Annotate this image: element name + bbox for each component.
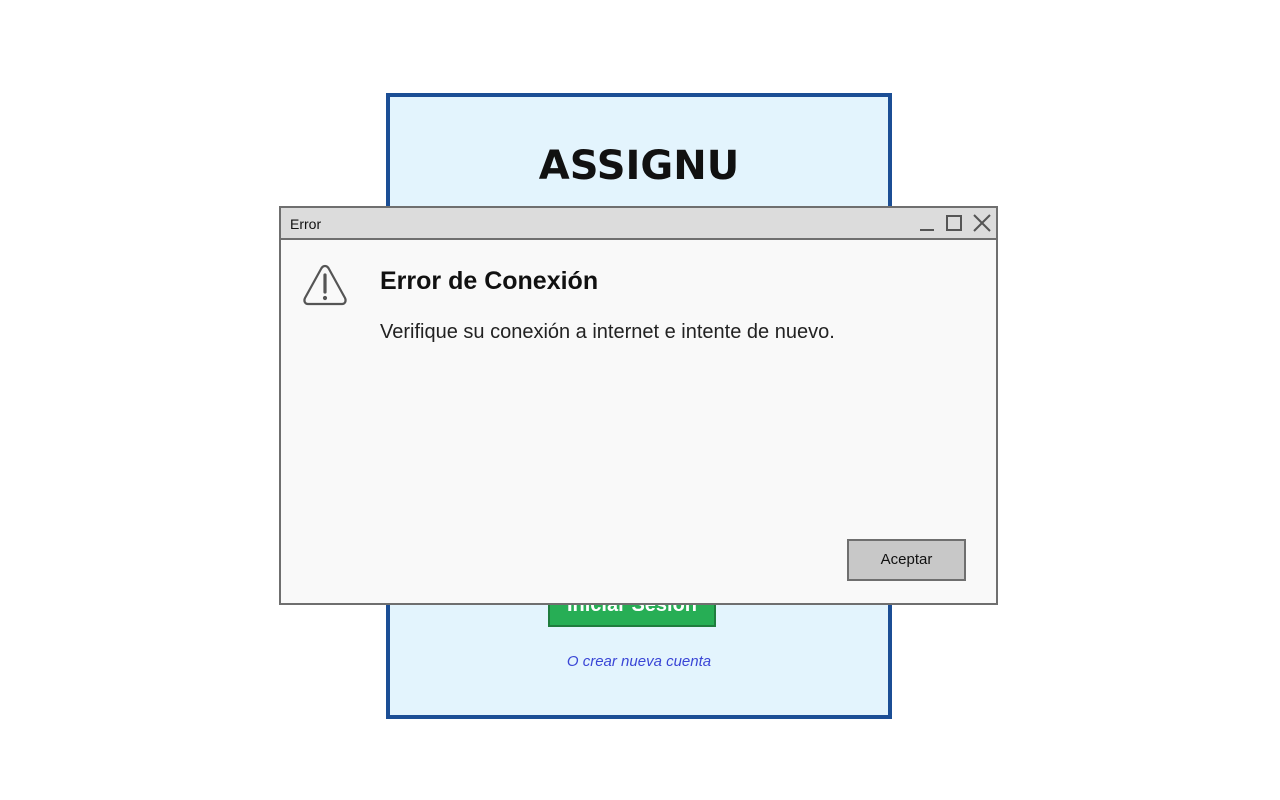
close-icon — [973, 214, 991, 232]
dialog-titlebar[interactable]: Error — [281, 208, 996, 240]
warning-icon — [303, 264, 347, 306]
accept-button[interactable]: Aceptar — [847, 539, 966, 581]
minimize-button[interactable] — [917, 213, 937, 233]
maximize-button[interactable] — [944, 213, 964, 233]
error-dialog: Error Error de Conexión Verifique su con… — [279, 206, 998, 605]
dialog-heading: Error de Conexión — [380, 267, 599, 295]
app-title: ASSIGNU — [538, 143, 740, 189]
maximize-icon — [946, 215, 962, 231]
minimize-icon — [920, 229, 934, 231]
dialog-message: Verifique su conexión a internet e inten… — [380, 321, 835, 343]
create-account-link[interactable]: O crear nueva cuenta — [390, 653, 888, 670]
close-button[interactable] — [972, 213, 992, 233]
screen: ASSIGNU Iniciar Sesión O crear nueva cue… — [0, 0, 1280, 800]
dialog-window-title: Error — [290, 216, 322, 232]
